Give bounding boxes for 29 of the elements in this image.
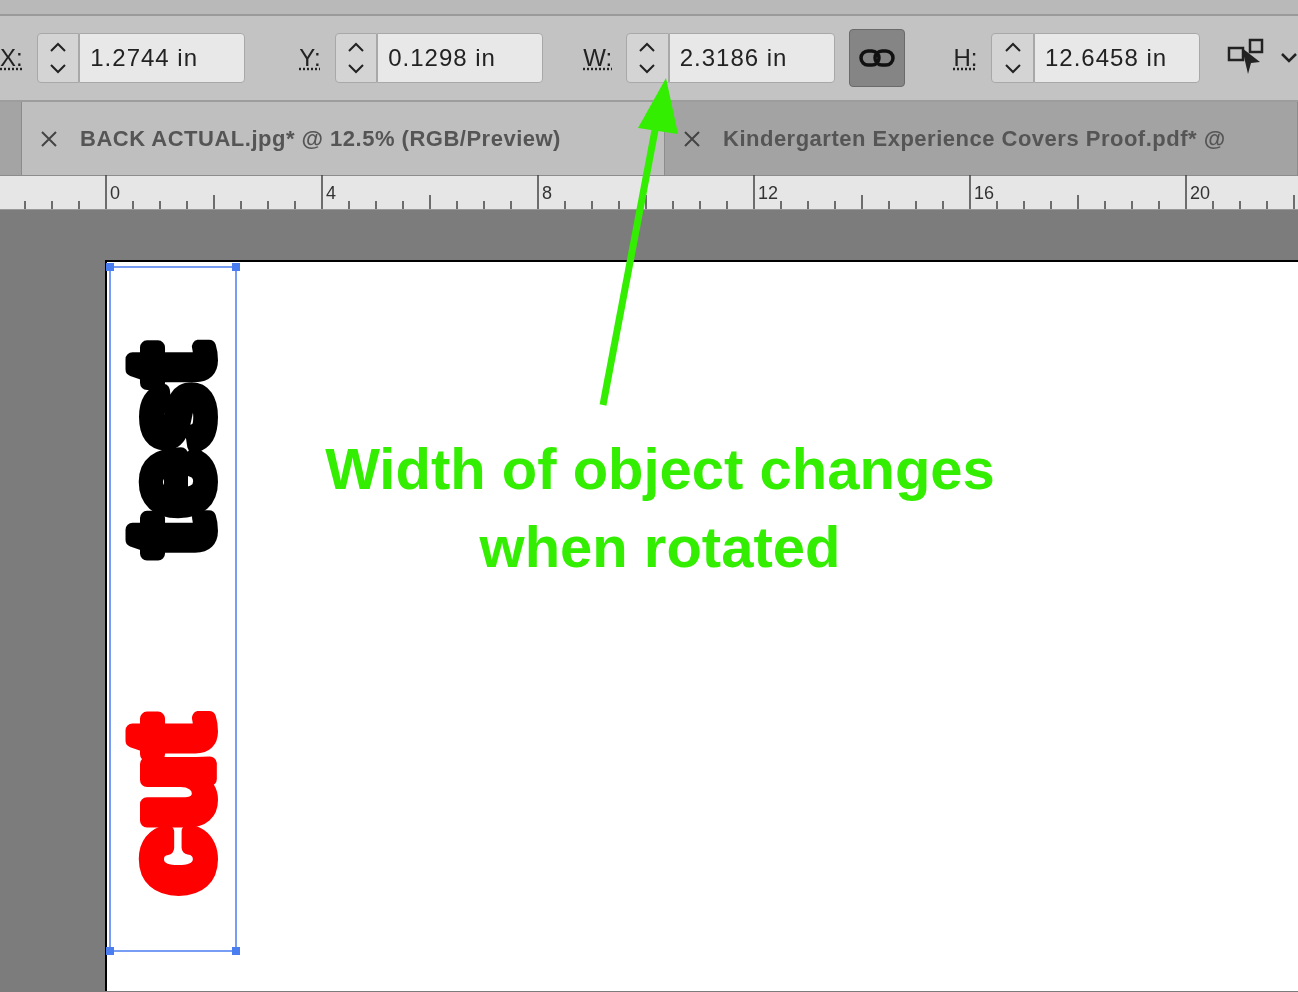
- document-tab[interactable]: BACK ACTUAL.jpg* @ 12.5% (RGB/Preview): [22, 102, 665, 175]
- stepper-arrows-icon: [47, 41, 68, 75]
- input-field[interactable]: 2.3186 in: [668, 33, 835, 83]
- close-icon[interactable]: [683, 129, 701, 148]
- field-label: X:: [0, 43, 23, 73]
- field-label: H:: [953, 43, 978, 73]
- ruler-label: 16: [974, 182, 995, 205]
- stepper[interactable]: [626, 33, 669, 83]
- stepper[interactable]: [36, 33, 80, 83]
- constrain-link-button[interactable]: [848, 29, 906, 87]
- field-label: W:: [583, 43, 613, 73]
- close-icon[interactable]: [40, 129, 58, 148]
- ruler-label: 0: [110, 182, 120, 205]
- ruler-label: 20: [1190, 182, 1211, 205]
- link-icon: [859, 48, 896, 68]
- chevron-down-icon[interactable]: [1280, 52, 1298, 64]
- field-label: Y:: [299, 43, 321, 73]
- input-field[interactable]: 1.2744 in: [79, 33, 246, 83]
- stepper[interactable]: [991, 33, 1034, 83]
- stepper-arrows-icon: [637, 41, 658, 75]
- stepper-arrows-icon: [1002, 41, 1023, 75]
- input-field[interactable]: 12.6458 in: [1034, 33, 1200, 83]
- ruler-label: 8: [542, 182, 552, 205]
- ruler-label: 4: [326, 182, 336, 205]
- stepper[interactable]: [334, 33, 378, 83]
- stepper-arrows-icon: [345, 41, 366, 75]
- ruler-label: 12: [758, 182, 779, 205]
- annotation-text: Width of object changes when rotated: [324, 435, 996, 581]
- input-field[interactable]: 0.1298 in: [377, 33, 544, 83]
